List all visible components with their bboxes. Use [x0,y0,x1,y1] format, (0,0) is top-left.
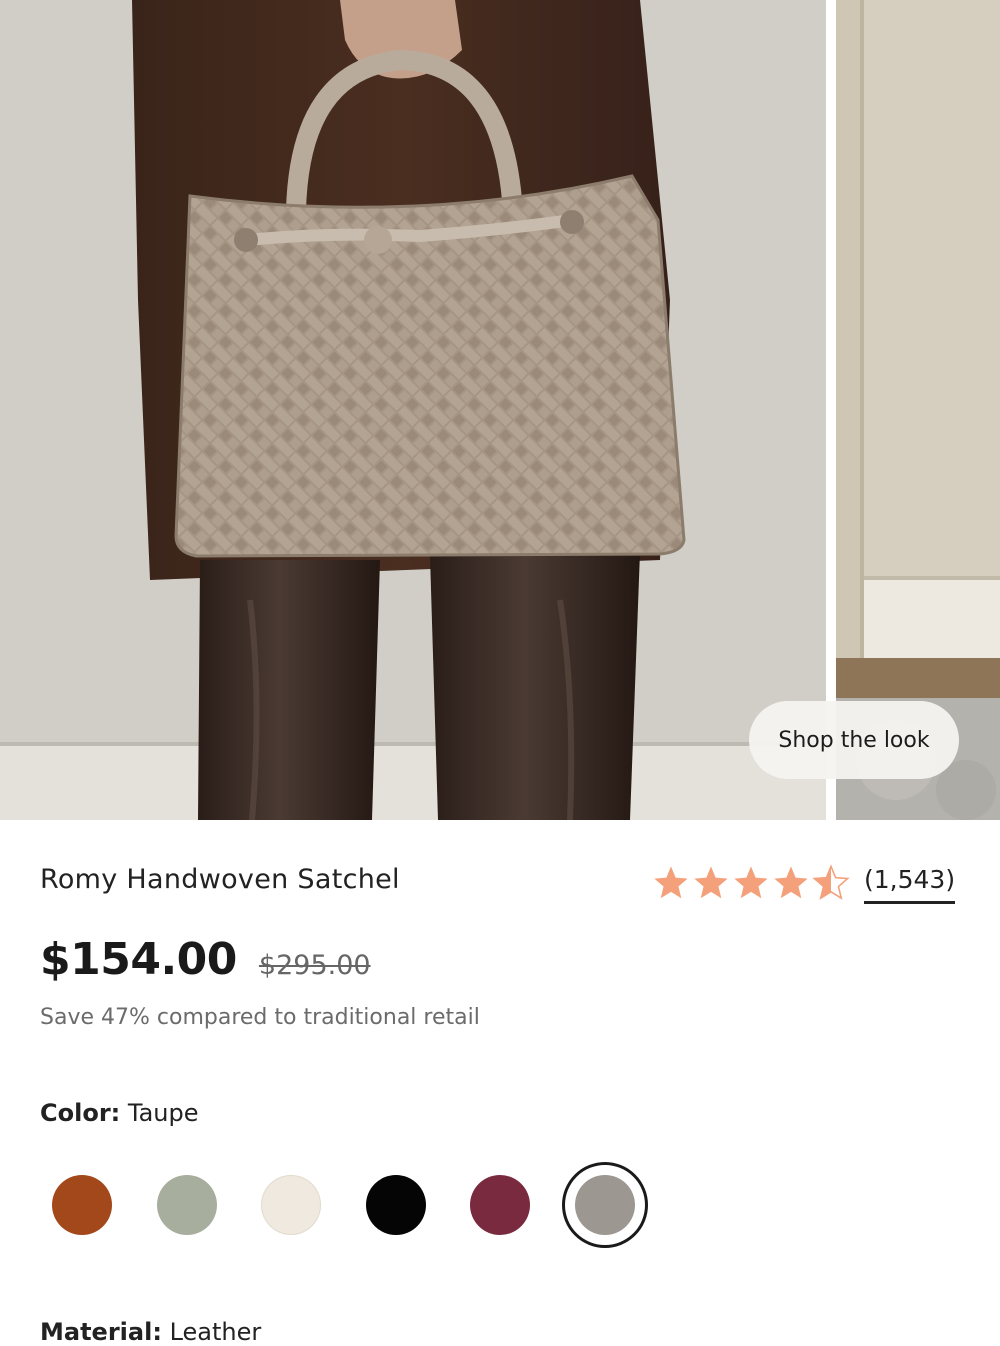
selected-swatch-ring [561,1162,648,1248]
material-value: Leather [169,1318,262,1346]
product-image-gallery[interactable]: Shop the look [0,0,1000,820]
original-price: $295.00 [258,950,371,981]
product-image-next[interactable] [836,0,1000,820]
review-count-link[interactable]: (1,543) [864,862,956,904]
color-label-title: Color: [40,1099,121,1127]
material-info: Material: Leather [40,1318,261,1346]
star-icon [774,866,808,899]
product-image-main[interactable] [0,0,826,820]
price-row: $154.00 $295.00 [40,934,371,985]
product-photo [0,0,826,820]
color-swatch[interactable] [156,1175,217,1235]
star-icon [694,866,728,899]
color-swatch[interactable] [470,1175,530,1235]
product-rating[interactable]: (1,543) [652,862,956,904]
color-label: Color: Taupe [40,1099,199,1127]
material-label: Material: [40,1318,162,1346]
color-selected-value: Taupe [127,1099,199,1127]
color-swatch[interactable] [261,1175,321,1235]
star-icon [654,866,688,899]
next-photo-preview [836,0,1000,820]
star-icon [812,864,850,900]
shop-the-look-button[interactable]: Shop the look [749,701,959,779]
color-swatch[interactable] [365,1175,426,1235]
product-title: Romy Handwoven Satchel [40,864,400,895]
star-icon [734,866,768,899]
rating-stars [652,864,850,902]
color-swatch[interactable] [52,1175,112,1235]
sale-price: $154.00 [40,934,237,985]
savings-note: Save 47% compared to traditional retail [40,1005,480,1030]
